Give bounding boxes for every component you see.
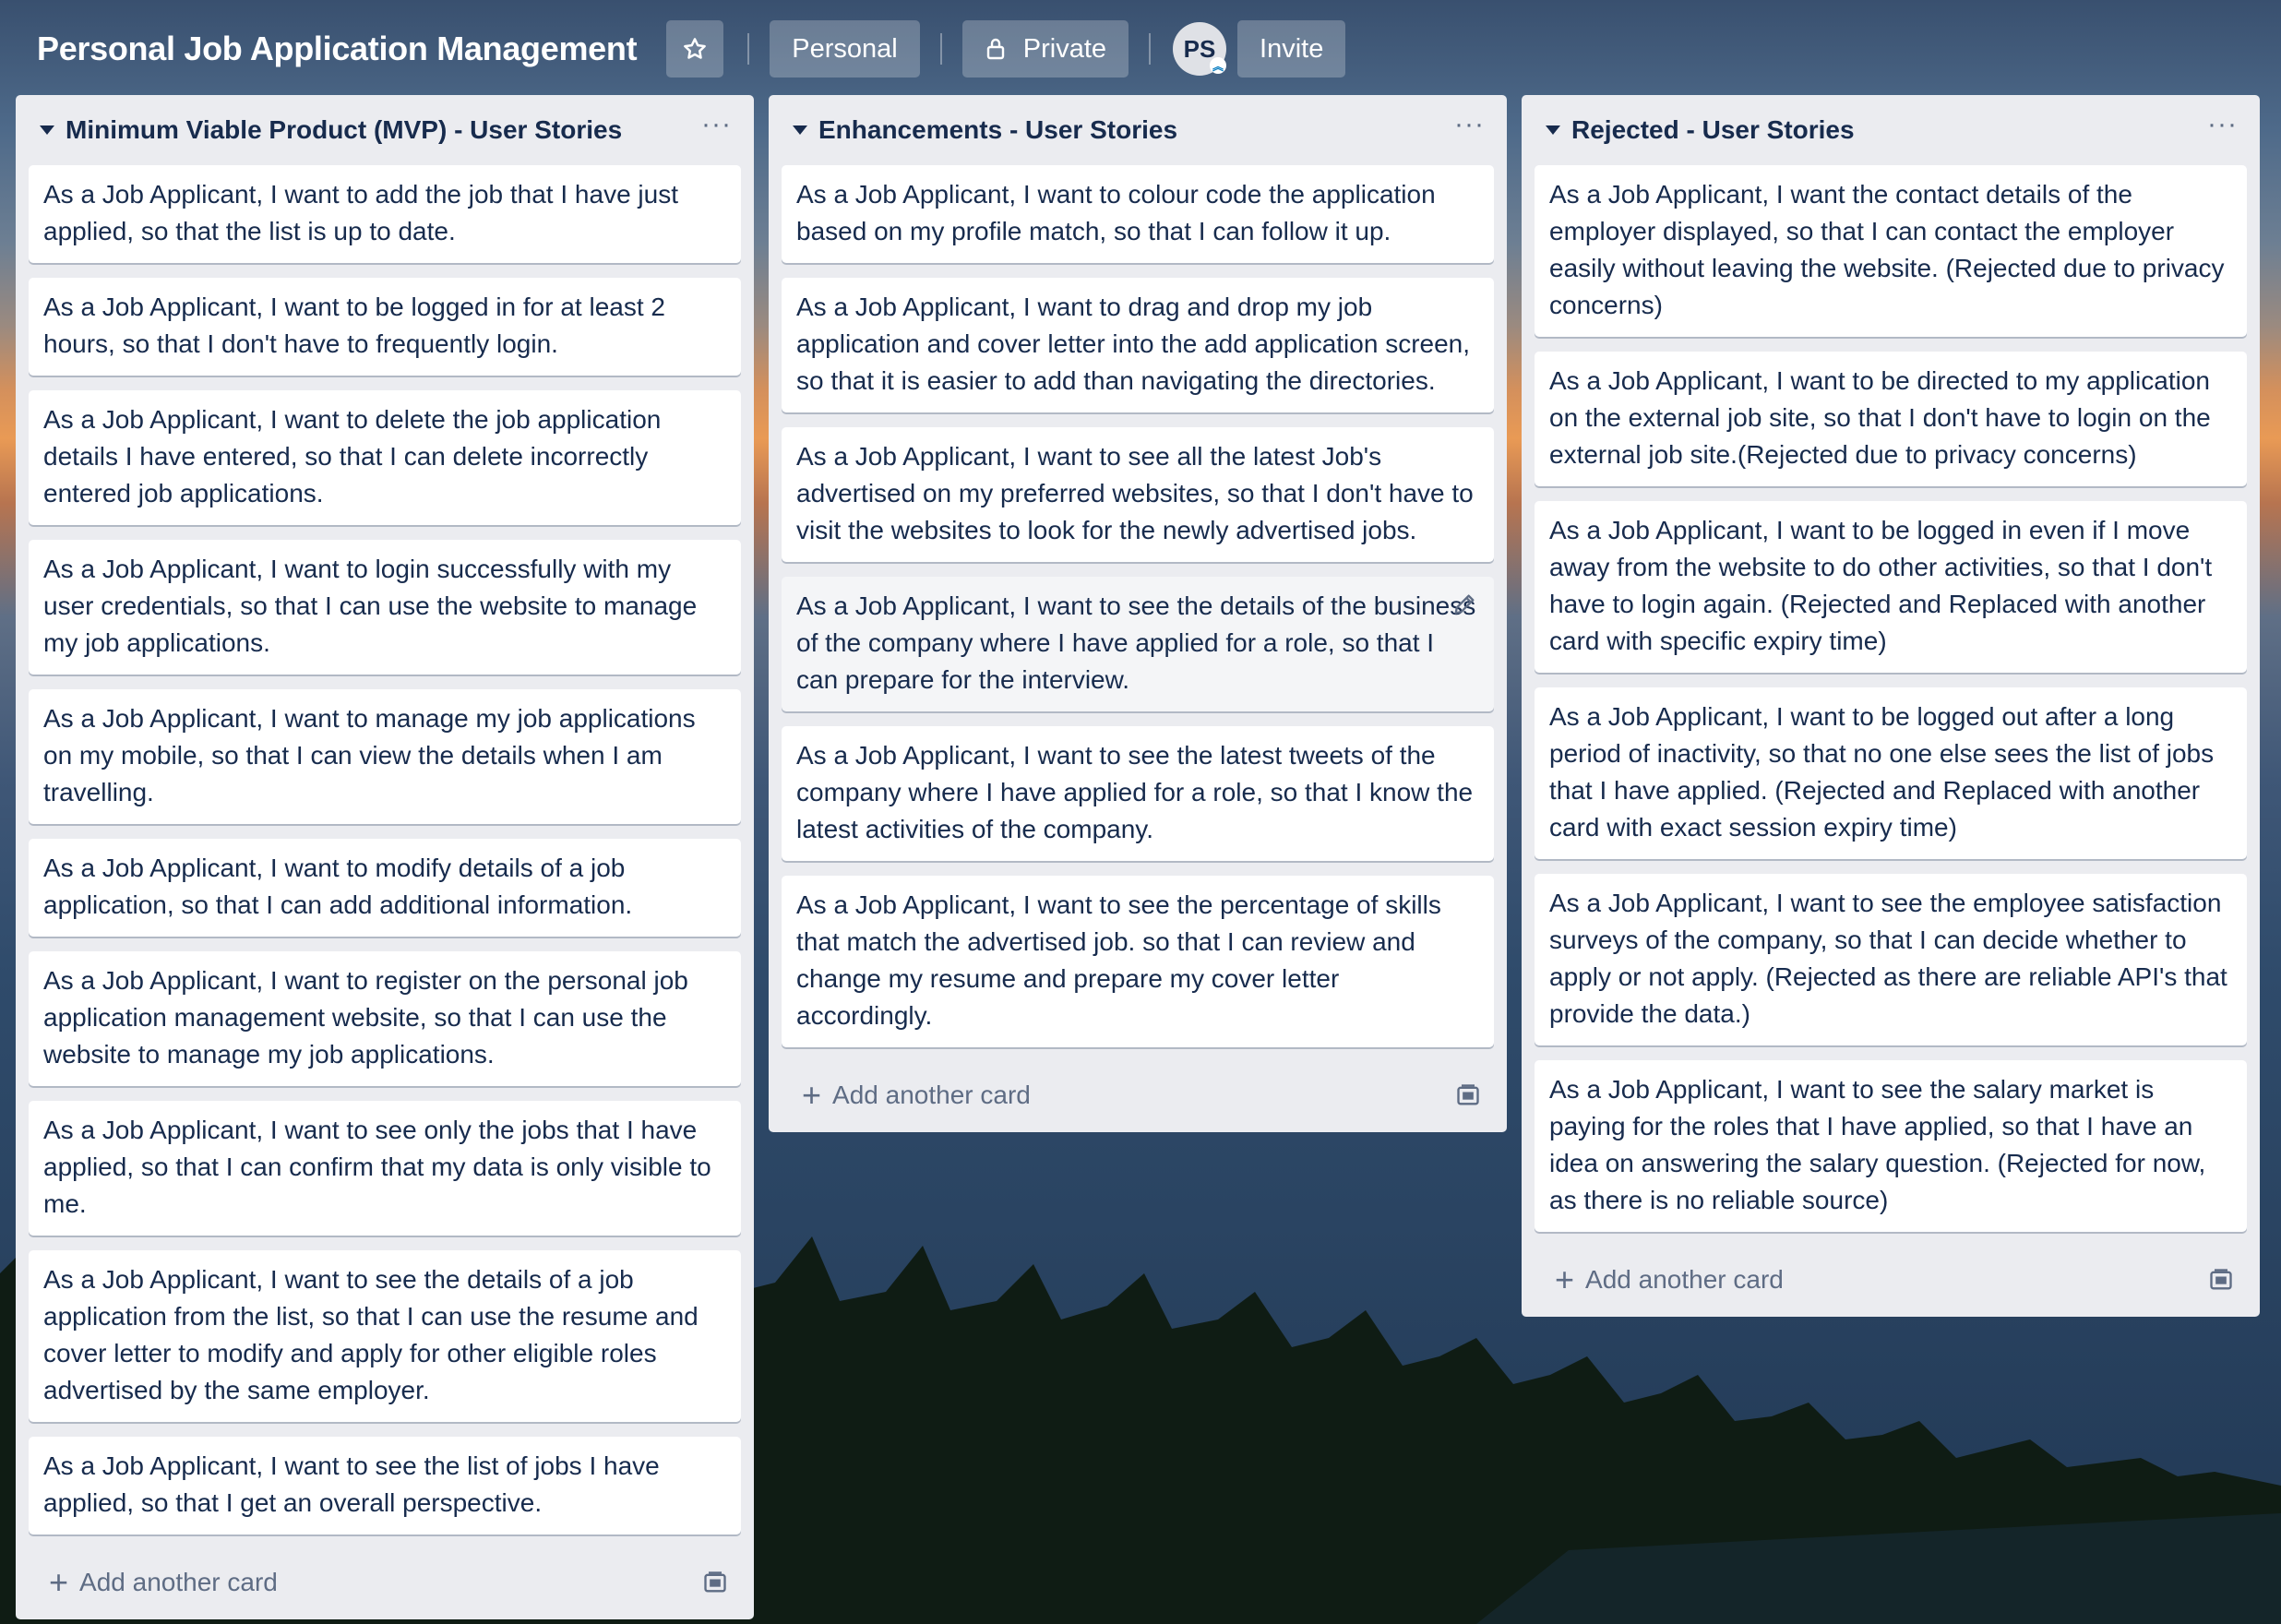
member-avatar[interactable]: PS ︽	[1173, 22, 1227, 76]
card[interactable]: As a Job Applicant, I want to add the jo…	[29, 165, 741, 263]
list-header: Enhancements - User Stories ···	[782, 95, 1494, 165]
visibility-private-button[interactable]: Private	[961, 20, 1129, 78]
add-card-label: Add another card	[79, 1568, 278, 1596]
card[interactable]: As a Job Applicant, I want to be directe…	[1535, 352, 2247, 486]
list-menu-icon[interactable]: ···	[2207, 111, 2238, 138]
plus-icon: +	[802, 1076, 822, 1114]
plus-icon: +	[49, 1563, 69, 1601]
card[interactable]: As a Job Applicant, I want to register o…	[29, 951, 741, 1086]
edit-pencil-icon[interactable]	[1451, 591, 1477, 617]
list-mvp: Minimum Viable Product (MVP) - User Stor…	[16, 95, 754, 1619]
card[interactable]: As a Job Applicant, I want to see the pe…	[782, 876, 1494, 1047]
header-divider	[1149, 33, 1152, 65]
admin-badge-icon: ︽	[1210, 57, 1227, 74]
collapse-caret-icon[interactable]	[793, 125, 807, 135]
card-hovered[interactable]: As a Job Applicant, I want to see the de…	[782, 577, 1494, 711]
card-template-icon[interactable]	[1455, 1082, 1481, 1108]
list-title[interactable]: Minimum Viable Product (MVP) - User Stor…	[66, 115, 622, 145]
avatar-initials: PS	[1183, 34, 1216, 63]
board-canvas: Personal Job Application Management Pers…	[0, 0, 2281, 1624]
invite-button[interactable]: Invite	[1237, 20, 1346, 78]
card[interactable]: As a Job Applicant, I want to manage my …	[29, 689, 741, 824]
list-title[interactable]: Rejected - User Stories	[1571, 115, 1855, 145]
card[interactable]: As a Job Applicant, I want to see the li…	[29, 1437, 741, 1534]
add-card-button[interactable]: + Add another card	[29, 1546, 741, 1619]
card[interactable]: As a Job Applicant, I want to see only t…	[29, 1101, 741, 1236]
header-divider	[747, 33, 750, 65]
card[interactable]: As a Job Applicant, I want to be logged …	[29, 278, 741, 376]
card[interactable]: As a Job Applicant, I want to see the la…	[782, 726, 1494, 861]
card[interactable]: As a Job Applicant, I want to be logged …	[1535, 687, 2247, 859]
card[interactable]: As a Job Applicant, I want to modify det…	[29, 839, 741, 937]
card[interactable]: As a Job Applicant, I want to colour cod…	[782, 165, 1494, 263]
card[interactable]: As a Job Applicant, I want to drag and d…	[782, 278, 1494, 412]
lock-icon	[986, 38, 1004, 60]
star-icon	[684, 38, 707, 59]
card-template-icon[interactable]	[2208, 1267, 2234, 1293]
card[interactable]: As a Job Applicant, I want the contact d…	[1535, 165, 2247, 337]
collapse-caret-icon[interactable]	[40, 125, 54, 135]
card[interactable]: As a Job Applicant, I want to be logged …	[1535, 501, 2247, 673]
list-header: Minimum Viable Product (MVP) - User Stor…	[29, 95, 741, 165]
list-rejected: Rejected - User Stories ··· As a Job App…	[1522, 95, 2260, 1317]
list-enhancements: Enhancements - User Stories ··· As a Job…	[769, 95, 1507, 1132]
header-divider	[939, 33, 942, 65]
team-personal-button[interactable]: Personal	[770, 20, 920, 78]
card[interactable]: As a Job Applicant, I want to see the de…	[29, 1250, 741, 1422]
personal-label: Personal	[792, 33, 898, 64]
list-menu-icon[interactable]: ···	[1454, 111, 1485, 138]
card-text: As a Job Applicant, I want to see the de…	[796, 591, 1476, 694]
list-menu-icon[interactable]: ···	[701, 111, 732, 138]
card[interactable]: As a Job Applicant, I want to see the em…	[1535, 874, 2247, 1045]
add-card-label: Add another card	[832, 1081, 1031, 1109]
card[interactable]: As a Job Applicant, I want to see all th…	[782, 427, 1494, 562]
star-button[interactable]	[666, 20, 724, 78]
board-title[interactable]: Personal Job Application Management	[37, 30, 638, 68]
add-card-button[interactable]: + Add another card	[782, 1058, 1494, 1132]
board-header: Personal Job Application Management Pers…	[0, 0, 2281, 98]
collapse-caret-icon[interactable]	[1546, 125, 1560, 135]
plus-icon: +	[1555, 1260, 1575, 1298]
add-card-label: Add another card	[1585, 1265, 1784, 1294]
card-template-icon[interactable]	[702, 1570, 728, 1595]
invite-label: Invite	[1260, 33, 1324, 64]
card[interactable]: As a Job Applicant, I want to see the sa…	[1535, 1060, 2247, 1232]
list-header: Rejected - User Stories ···	[1535, 95, 2247, 165]
list-title[interactable]: Enhancements - User Stories	[818, 115, 1177, 145]
add-card-button[interactable]: + Add another card	[1535, 1243, 2247, 1317]
card[interactable]: As a Job Applicant, I want to login succ…	[29, 540, 741, 675]
card[interactable]: As a Job Applicant, I want to delete the…	[29, 390, 741, 525]
private-label: Private	[1022, 33, 1107, 64]
